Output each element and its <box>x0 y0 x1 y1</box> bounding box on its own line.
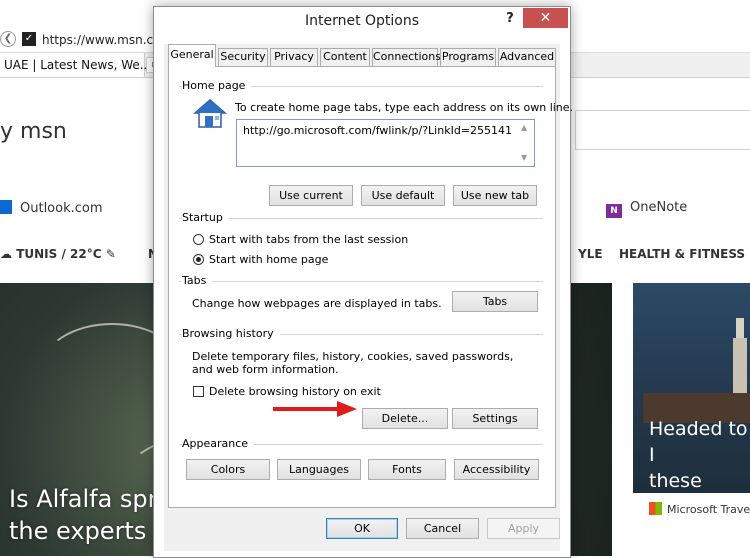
startup-last-session-option[interactable]: Start with tabs from the last session <box>193 233 408 246</box>
site-favicon-icon: ✓ <box>22 32 36 46</box>
tab-content[interactable]: Content <box>320 48 370 66</box>
radio-button-selected[interactable] <box>193 254 204 265</box>
browser-tab-title: UAE | Latest News, We... <box>4 58 152 72</box>
use-new-tab-button[interactable]: Use new tab <box>453 185 537 206</box>
browsing-history-label: Browsing history <box>182 327 280 340</box>
use-default-button[interactable]: Use default <box>361 185 445 206</box>
scroll-up-icon[interactable]: ▲ <box>521 123 527 132</box>
image-decoration <box>733 338 747 398</box>
tab-connections[interactable]: Connections <box>372 48 441 66</box>
shortcut-outlook-label: Outlook.com <box>20 201 103 216</box>
appearance-label: Appearance <box>182 437 255 450</box>
section-divider <box>179 281 543 282</box>
cancel-button[interactable]: Cancel <box>406 518 479 539</box>
msn-logo[interactable]: y msn <box>0 119 67 144</box>
cloud-icon: ☁ <box>0 247 12 261</box>
help-button[interactable]: ? <box>502 9 518 29</box>
address-bar-text[interactable]: https://www.msn.co <box>42 33 160 47</box>
nav-menu-item-health[interactable]: HEALTH & FITNESS <box>619 247 745 261</box>
delete-on-exit-label: Delete browsing history on exit <box>209 385 381 398</box>
colors-button[interactable]: Colors <box>186 459 270 480</box>
shortcut-outlook[interactable]: Outlook.com <box>0 200 103 216</box>
msn-logo-text: msn <box>20 119 67 144</box>
delete-history-button[interactable]: Delete... <box>362 408 448 429</box>
hero-article-title[interactable]: Is Alfalfa spr the experts <box>9 483 158 547</box>
apply-button[interactable]: Apply <box>487 518 560 539</box>
butterfly-icon: y <box>0 119 14 144</box>
general-tab-panel: Home page To create home page tabs, type… <box>168 66 573 508</box>
home-page-label: Home page <box>182 79 252 92</box>
weather-widget[interactable]: ☁ TUNIS / 22°C ✎ <box>0 247 116 261</box>
delete-on-exit-option[interactable]: Delete browsing history on exit <box>193 385 381 398</box>
use-current-button[interactable]: Use current <box>269 185 353 206</box>
fonts-button[interactable]: Fonts <box>368 459 446 480</box>
red-arrow-icon <box>273 401 357 417</box>
startup-label: Startup <box>182 211 229 224</box>
home-page-description: To create home page tabs, type each addr… <box>235 101 574 114</box>
close-button[interactable]: ✕ <box>523 8 568 28</box>
tabs-description: Change how webpages are displayed in tab… <box>192 297 442 310</box>
side-article-source: Microsoft Travel <box>649 502 750 516</box>
house-icon <box>193 99 227 128</box>
weather-text: TUNIS / 22°C <box>16 247 102 261</box>
browser-tab[interactable]: UAE | Latest News, We... <box>0 53 151 77</box>
browsing-history-description: Delete temporary files, history, cookies… <box>192 350 514 376</box>
nav-menu-item-style[interactable]: YLE <box>578 247 603 261</box>
home-page-url-text[interactable]: http://go.microsoft.com/fwlink/p/?LinkId… <box>243 124 512 137</box>
back-button[interactable]: ❮ <box>0 31 16 47</box>
accessibility-button[interactable]: Accessibility <box>454 459 539 480</box>
tab-advanced[interactable]: Advanced <box>498 48 556 66</box>
tab-privacy[interactable]: Privacy <box>270 48 318 66</box>
url-field-scrollbar[interactable]: ▲ ▼ <box>517 120 534 166</box>
startup-option-label: Start with home page <box>209 253 329 266</box>
shortcut-onenote[interactable]: N OneNote <box>606 200 687 218</box>
radio-button[interactable] <box>193 234 204 245</box>
tab-programs[interactable]: Programs <box>440 48 496 66</box>
startup-option-label: Start with tabs from the last session <box>209 233 409 246</box>
pencil-icon[interactable]: ✎ <box>106 247 116 261</box>
history-settings-button[interactable]: Settings <box>452 408 538 429</box>
address-bar-extension[interactable] <box>560 28 750 52</box>
home-page-url-field[interactable]: http://go.microsoft.com/fwlink/p/?LinkId… <box>236 119 535 167</box>
microsoft-logo-icon <box>649 502 662 515</box>
outlook-icon <box>0 200 12 214</box>
internet-options-dialog: Internet Options ? ✕ General Security Pr… <box>153 6 573 558</box>
languages-button[interactable]: Languages <box>277 459 361 480</box>
image-decoration <box>736 318 744 340</box>
scroll-down-icon[interactable]: ▼ <box>521 153 527 162</box>
dialog-body: General Security Privacy Content Connect… <box>164 44 573 551</box>
msn-search-box[interactable] <box>575 110 750 150</box>
shortcut-onenote-label: OneNote <box>630 200 688 215</box>
side-article-card[interactable]: Headed to I these unfor attractions Micr… <box>633 283 750 533</box>
ok-button[interactable]: OK <box>326 518 398 539</box>
tab-security[interactable]: Security <box>218 48 268 66</box>
section-divider <box>179 218 543 219</box>
tab-general[interactable]: General <box>168 44 216 67</box>
side-article-source-label: Microsoft Travel <box>667 503 750 516</box>
tabs-settings-button[interactable]: Tabs <box>452 291 538 312</box>
tabs-section-label: Tabs <box>182 274 213 287</box>
onenote-icon: N <box>606 204 622 218</box>
checkbox[interactable] <box>193 386 204 397</box>
startup-home-page-option[interactable]: Start with home page <box>193 253 328 266</box>
